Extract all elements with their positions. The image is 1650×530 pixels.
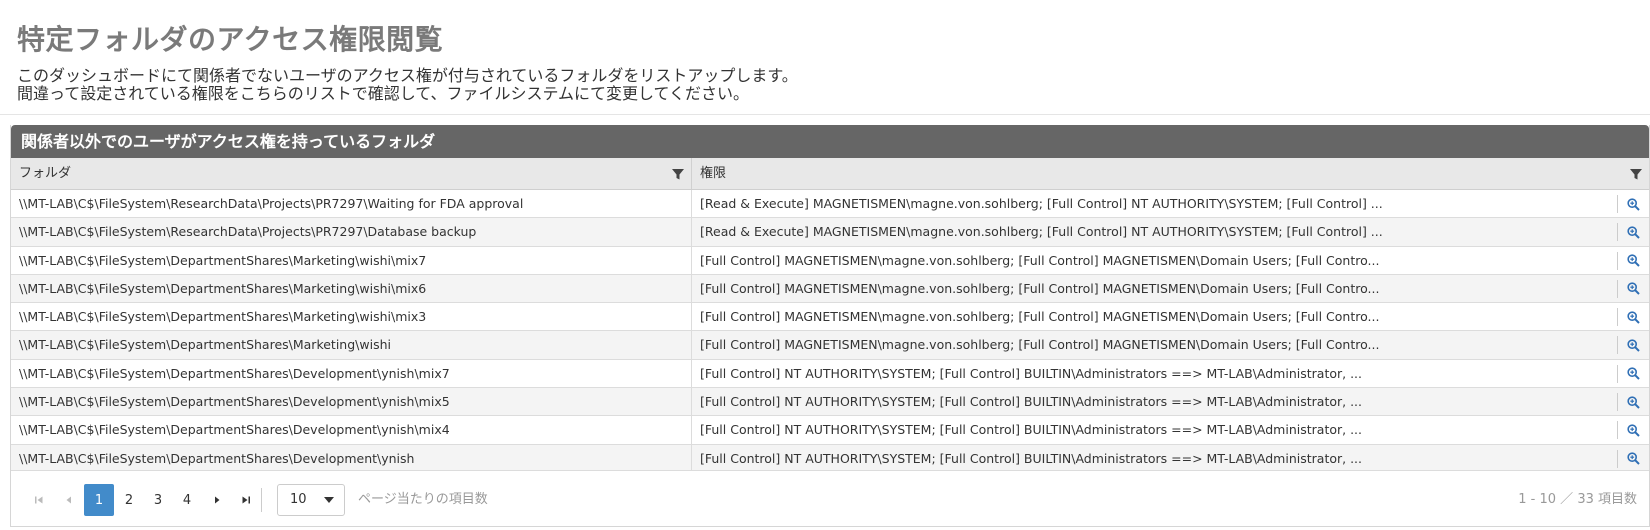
folder-cell: \\MT-LAB\C$\FileSystem\ResearchData\Proj… — [11, 190, 692, 218]
permission-cell: [Full Control] NT AUTHORITY\SYSTEM; [Ful… — [692, 360, 1649, 387]
table-row[interactable]: \\MT-LAB\C$\FileSystem\DepartmentShares\… — [11, 359, 1649, 389]
pager-next-button[interactable] — [202, 484, 232, 516]
page-title: 特定フォルダのアクセス権限閲覧 — [17, 23, 444, 56]
permission-text: [Full Control] MAGNETISMEN\magne.von.soh… — [700, 337, 1380, 353]
pager-info: 1 - 10 ／ 33 項目数 — [1518, 492, 1637, 507]
pager-page-1[interactable]: 1 — [84, 484, 114, 516]
divider — [0, 114, 1650, 115]
zoom-in-icon — [1627, 282, 1640, 296]
zoom-in-icon — [1627, 452, 1640, 465]
caret-down-icon — [324, 497, 334, 503]
description-line-2: 間違って設定されている権限をこちらのリストで確認して、ファイルシステムにて変更し… — [17, 84, 750, 103]
column-header-folder[interactable]: フォルダ — [11, 158, 692, 189]
view-details-button[interactable] — [1617, 251, 1649, 270]
view-details-button[interactable] — [1617, 308, 1649, 327]
view-details-button[interactable] — [1617, 223, 1649, 242]
folder-cell: \\MT-LAB\C$\FileSystem\ResearchData\Proj… — [11, 218, 692, 246]
permission-cell: [Full Control] MAGNETISMEN\magne.von.soh… — [692, 247, 1649, 274]
permission-cell: [Full Control] MAGNETISMEN\magne.von.soh… — [692, 275, 1649, 302]
table-row[interactable]: \\MT-LAB\C$\FileSystem\DepartmentShares\… — [11, 303, 1649, 332]
zoom-in-icon — [1627, 367, 1640, 380]
filter-icon[interactable] — [1629, 167, 1643, 181]
folder-cell: \\MT-LAB\C$\FileSystem\DepartmentShares\… — [11, 303, 692, 331]
zoom-in-icon — [1627, 197, 1640, 211]
pager-first-button[interactable] — [24, 484, 54, 516]
folder-cell: \\MT-LAB\C$\FileSystem\DepartmentShares\… — [11, 274, 692, 303]
page-description: このダッシュボードにて関係者でないユーザのアクセス権が付与されているフォルダをリ… — [17, 67, 798, 103]
view-details-button[interactable] — [1617, 336, 1649, 355]
permission-text: [Read & Execute] MAGNETISMEN\magne.von.s… — [700, 224, 1383, 240]
pager-prev-button[interactable] — [54, 484, 84, 516]
view-details-button[interactable] — [1617, 195, 1649, 213]
folder-cell: \\MT-LAB\C$\FileSystem\DepartmentShares\… — [11, 388, 692, 416]
folder-cell: \\MT-LAB\C$\FileSystem\DepartmentShares\… — [11, 331, 692, 359]
column-header-permission[interactable]: 権限 — [692, 158, 1649, 189]
zoom-in-icon — [1627, 424, 1640, 437]
panel-header: 関係者以外でのユーザがアクセス権を持っているフォルダ — [11, 125, 1649, 158]
permission-text: [Full Control] NT AUTHORITY\SYSTEM; [Ful… — [700, 450, 1362, 466]
filter-icon[interactable] — [671, 167, 685, 181]
pager-last-button[interactable] — [231, 484, 261, 516]
table-row[interactable]: \\MT-LAB\C$\FileSystem\DepartmentShares\… — [11, 388, 1649, 417]
folder-cell: \\MT-LAB\C$\FileSystem\DepartmentShares\… — [11, 359, 692, 388]
permission-cell: [Full Control] NT AUTHORITY\SYSTEM; [Ful… — [692, 445, 1649, 472]
permission-cell: [Full Control] NT AUTHORITY\SYSTEM; [Ful… — [692, 416, 1649, 443]
zoom-in-icon — [1627, 395, 1640, 409]
permission-text: [Full Control] NT AUTHORITY\SYSTEM; [Ful… — [700, 422, 1362, 438]
column-header-folder-label: フォルダ — [19, 166, 72, 181]
view-details-button[interactable] — [1617, 449, 1649, 468]
permission-cell: [Full Control] MAGNETISMEN\magne.von.soh… — [692, 331, 1649, 358]
first-page-icon — [35, 496, 43, 504]
table-row[interactable]: \\MT-LAB\C$\FileSystem\ResearchData\Proj… — [11, 218, 1649, 247]
last-page-icon — [242, 496, 250, 504]
zoom-in-icon — [1627, 311, 1640, 324]
permission-cell: [Full Control] MAGNETISMEN\magne.von.soh… — [692, 303, 1649, 330]
permission-text: [Full Control] MAGNETISMEN\magne.von.soh… — [700, 252, 1380, 268]
pager-page-4[interactable]: 4 — [172, 484, 202, 516]
pager: 1 2 3 4 10 ページ当たりの項目数 1 - 10 ／ 33 項目数 — [11, 470, 1649, 526]
table-row[interactable]: \\MT-LAB\C$\FileSystem\DepartmentShares\… — [11, 331, 1649, 360]
view-details-button[interactable] — [1617, 393, 1649, 412]
permission-cell: [Read & Execute] MAGNETISMEN\magne.von.s… — [692, 218, 1649, 245]
pager-separator — [261, 488, 262, 512]
permission-text: [Full Control] NT AUTHORITY\SYSTEM; [Ful… — [700, 365, 1362, 381]
page-size-select[interactable]: 10 — [277, 484, 345, 516]
table-row[interactable]: \\MT-LAB\C$\FileSystem\ResearchData\Proj… — [11, 190, 1649, 219]
permission-text: [Full Control] NT AUTHORITY\SYSTEM; [Ful… — [700, 394, 1362, 410]
folder-cell: \\MT-LAB\C$\FileSystem\DepartmentShares\… — [11, 416, 692, 444]
folder-cell: \\MT-LAB\C$\FileSystem\DepartmentShares\… — [11, 444, 692, 472]
description-line-1: このダッシュボードにて関係者でないユーザのアクセス権が付与されているフォルダをリ… — [17, 66, 798, 85]
zoom-in-icon — [1627, 339, 1640, 352]
permission-text: [Full Control] MAGNETISMEN\magne.von.soh… — [700, 280, 1380, 296]
table-row[interactable]: \\MT-LAB\C$\FileSystem\DepartmentShares\… — [11, 444, 1649, 473]
permission-text: [Full Control] MAGNETISMEN\magne.von.soh… — [700, 309, 1380, 325]
pager-page-2[interactable]: 2 — [114, 484, 144, 516]
view-details-button[interactable] — [1617, 279, 1649, 298]
page-size-value: 10 — [290, 492, 307, 507]
view-details-button[interactable] — [1617, 421, 1649, 440]
prev-page-icon — [66, 496, 71, 504]
permission-cell: [Read & Execute] MAGNETISMEN\magne.von.s… — [692, 190, 1649, 217]
grid-body: \\MT-LAB\C$\FileSystem\ResearchData\Proj… — [11, 190, 1649, 473]
pager-page-3[interactable]: 3 — [143, 484, 173, 516]
folder-permissions-panel: 関係者以外でのユーザがアクセス権を持っているフォルダ フォルダ 権限 \\MT-… — [10, 125, 1650, 527]
grid-header: フォルダ 権限 — [11, 158, 1649, 190]
zoom-in-icon — [1627, 254, 1640, 267]
zoom-in-icon — [1627, 226, 1640, 239]
folder-cell: \\MT-LAB\C$\FileSystem\DepartmentShares\… — [11, 246, 692, 274]
table-row[interactable]: \\MT-LAB\C$\FileSystem\DepartmentShares\… — [11, 246, 1649, 275]
permission-cell: [Full Control] NT AUTHORITY\SYSTEM; [Ful… — [692, 388, 1649, 415]
column-header-permission-label: 権限 — [700, 166, 727, 181]
table-row[interactable]: \\MT-LAB\C$\FileSystem\DepartmentShares\… — [11, 416, 1649, 445]
page-size-label: ページ当たりの項目数 — [358, 492, 488, 507]
view-details-button[interactable] — [1617, 364, 1649, 383]
next-page-icon — [215, 496, 220, 504]
permission-text: [Read & Execute] MAGNETISMEN\magne.von.s… — [700, 196, 1383, 211]
table-row[interactable]: \\MT-LAB\C$\FileSystem\DepartmentShares\… — [11, 274, 1649, 304]
